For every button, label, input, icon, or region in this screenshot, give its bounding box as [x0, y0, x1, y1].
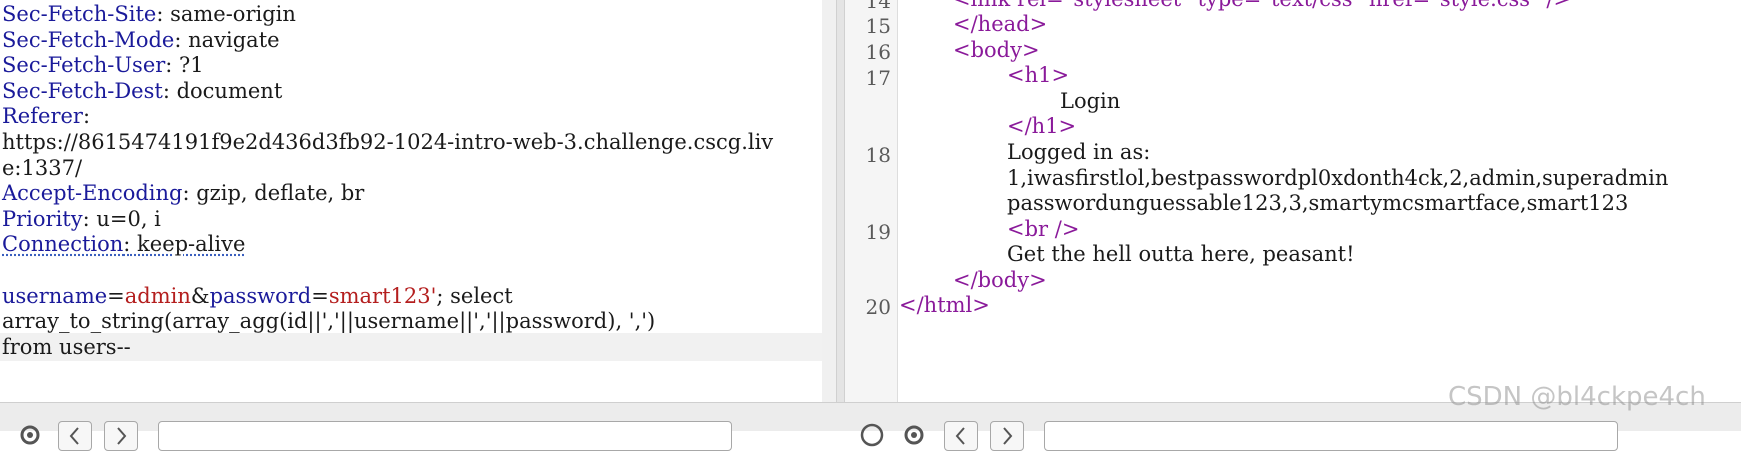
line-number: 15 [865, 14, 891, 38]
request-editor[interactable]: Sec-Fetch-Site: same-origin Sec-Fetch-Mo… [0, 0, 822, 402]
header-line: Accept-Encoding: gzip, deflate, br [2, 181, 365, 205]
response-line: </head> [953, 12, 1048, 36]
line-number-gutter: 14 15 16 17 18 19 20 [845, 0, 898, 402]
header-line: Sec-Fetch-Site: same-origin [2, 2, 296, 26]
header-line: Priority: u=0, i [2, 207, 161, 231]
response-viewer[interactable]: 14 15 16 17 18 19 20 <link rel="styleshe… [845, 0, 1741, 402]
help-icon[interactable] [860, 423, 884, 447]
referer-url-line: https://8615474191f9e2d436d3fb92-1024-in… [2, 130, 774, 154]
forward-button[interactable] [104, 421, 138, 451]
forward-icon [1003, 427, 1013, 445]
header-line: Sec-Fetch-Mode: navigate [2, 28, 280, 52]
back-icon [955, 427, 965, 445]
line-number: 17 [865, 66, 891, 90]
gear-icon[interactable] [902, 423, 926, 447]
response-line: </html> [899, 293, 990, 317]
back-button[interactable] [944, 421, 978, 451]
back-button[interactable] [58, 421, 92, 451]
gear-icon[interactable] [18, 423, 42, 447]
header-line: Sec-Fetch-User: ?1 [2, 53, 204, 77]
response-line: 1,iwasfirstlol,bestpasswordpl0xdonth4ck,… [1007, 166, 1669, 190]
header-line: Sec-Fetch-Dest: document [2, 79, 283, 103]
response-line: </body> [953, 268, 1047, 292]
forward-icon [117, 427, 127, 445]
response-line: Get the hell outta here, peasant! [1007, 242, 1355, 266]
csdn-watermark: CSDN @bl4ckpe4ch [1448, 382, 1706, 412]
response-search-input[interactable] [1044, 421, 1618, 451]
line-number: 20 [865, 295, 891, 319]
response-line: <br /> [1007, 217, 1080, 241]
request-scrollbar[interactable] [822, 0, 836, 402]
request-search-input[interactable] [158, 421, 732, 451]
response-line: passwordunguessable123,3,smartymcsmartfa… [1007, 191, 1629, 215]
line-number: 18 [865, 143, 891, 167]
request-body-current-line: from users-- [0, 333, 822, 361]
response-line: <h1> [1007, 63, 1070, 87]
line-number: 16 [865, 40, 891, 64]
request-body-line: username=admin&password=smart123'; selec… [2, 284, 513, 308]
forward-button[interactable] [990, 421, 1024, 451]
response-line: Logged in as: [1007, 140, 1151, 164]
response-line: Login [1060, 89, 1121, 113]
response-line: <body> [953, 38, 1040, 62]
request-body-line: array_to_string(array_agg(id||','||usern… [2, 309, 656, 333]
connection-header-line: Connection: keep-alive [2, 232, 246, 256]
pane-splitter[interactable] [836, 0, 845, 430]
response-line: </h1> [1007, 114, 1077, 138]
line-number: 19 [865, 220, 891, 244]
header-line: Referer: [2, 104, 91, 128]
referer-url-line: e:1337/ [2, 156, 83, 180]
back-icon [69, 427, 79, 445]
